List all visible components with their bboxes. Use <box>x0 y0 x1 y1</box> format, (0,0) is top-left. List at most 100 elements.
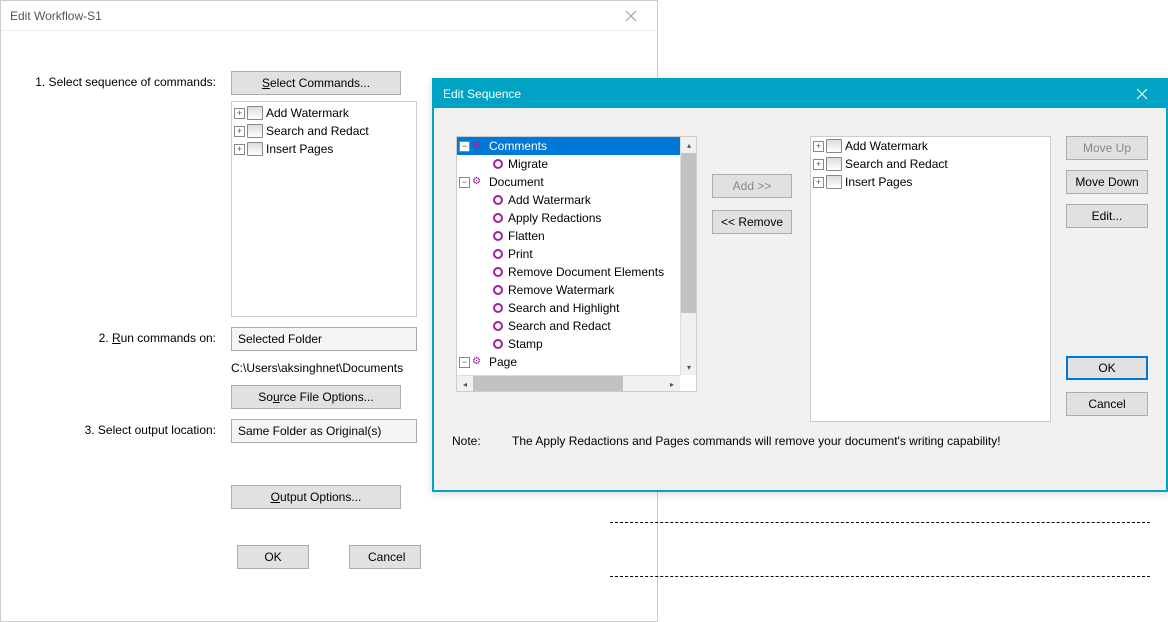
cancel-button[interactable]: Cancel <box>1066 392 1148 416</box>
titlebar: Edit Sequence <box>434 80 1166 108</box>
bullet-icon <box>493 303 503 313</box>
step1-label: 1. Select sequence of commands: <box>21 71 231 95</box>
collapse-icon[interactable]: − <box>459 357 470 368</box>
tree-item-label: Add Watermark <box>845 139 928 153</box>
scroll-up-icon[interactable]: ▴ <box>681 137 697 153</box>
path-label: C:\Users\aksinghnet\Documents <box>231 357 403 379</box>
tree-item-label: Add Watermark <box>508 193 591 207</box>
move-up-button[interactable]: Move Up <box>1066 136 1148 160</box>
output-options-button[interactable]: Output Options... <box>231 485 401 509</box>
tree-item[interactable]: Flatten <box>457 227 680 245</box>
commands-tree[interactable]: + Add Watermark + Search and Redact + Inser… <box>231 101 417 317</box>
doc-icon <box>247 106 263 120</box>
tree-item[interactable]: Remove Watermark <box>457 281 680 299</box>
run-on-select[interactable]: Selected Folder <box>231 327 417 351</box>
tree-item-label: Print <box>508 247 533 261</box>
tree-item[interactable]: Search and Redact <box>457 317 680 335</box>
tree-item-label: Insert Pages <box>266 142 333 156</box>
dashed-line <box>610 576 1150 577</box>
doc-icon <box>826 175 842 189</box>
expand-icon[interactable]: + <box>234 108 245 119</box>
scroll-left-icon[interactable]: ◂ <box>457 376 473 392</box>
tree-item[interactable]: + Search and Redact <box>232 122 416 140</box>
expand-icon[interactable]: + <box>813 177 824 188</box>
window-title: Edit Workflow-S1 <box>7 9 611 23</box>
tree-item-label: Search and Redact <box>508 319 611 333</box>
bullet-icon <box>493 159 503 169</box>
ok-button[interactable]: OK <box>1066 356 1148 380</box>
note-label: Note: <box>452 434 512 448</box>
selected-commands-tree[interactable]: + Add Watermark + Search and Redact +Inser… <box>810 136 1051 422</box>
window-title: Edit Sequence <box>440 87 1124 101</box>
collapse-icon[interactable]: − <box>459 177 470 188</box>
gear-icon: ⚙ <box>472 139 486 153</box>
available-commands-tree[interactable]: −⚙Comments Migrate −⚙Document Add Waterm… <box>456 136 697 392</box>
tree-item[interactable]: + Search and Redact <box>811 155 1050 173</box>
note-text: The Apply Redactions and Pages commands … <box>512 434 1001 448</box>
bullet-icon <box>493 285 503 295</box>
tree-item[interactable]: Print <box>457 245 680 263</box>
tree-item-label: Add Watermark <box>266 106 349 120</box>
bullet-icon <box>493 321 503 331</box>
tree-item[interactable]: Migrate <box>457 155 680 173</box>
close-icon[interactable] <box>1124 80 1160 108</box>
tree-item-label: Search and Redact <box>266 124 369 138</box>
tree-item[interactable]: + Add Watermark <box>232 104 416 122</box>
dashed-line <box>610 522 1150 523</box>
gear-icon: ⚙ <box>472 355 486 369</box>
horizontal-scrollbar[interactable]: ◂ ▸ <box>457 375 680 391</box>
scroll-right-icon[interactable]: ▸ <box>664 376 680 392</box>
tree-group[interactable]: −⚙Comments <box>457 137 680 155</box>
collapse-icon[interactable]: − <box>459 141 470 152</box>
doc-icon <box>247 142 263 156</box>
expand-icon[interactable]: + <box>234 126 245 137</box>
tree-item-label: Migrate <box>508 157 548 171</box>
bullet-icon <box>493 195 503 205</box>
bullet-icon <box>493 213 503 223</box>
bullet-icon <box>493 249 503 259</box>
doc-icon <box>826 139 842 153</box>
tree-item-label: Search and Highlight <box>508 301 619 315</box>
tree-item[interactable]: Search and Highlight <box>457 299 680 317</box>
remove-button[interactable]: << Remove <box>712 210 792 234</box>
tree-item[interactable]: Stamp <box>457 335 680 353</box>
edit-sequence-dialog: Edit Sequence −⚙Comments Migrate −⚙Docum… <box>432 78 1168 492</box>
tree-item[interactable]: Apply Redactions <box>457 209 680 227</box>
tree-item[interactable]: +Insert Pages <box>811 173 1050 191</box>
source-file-options-button[interactable]: Source File Options... <box>231 385 401 409</box>
tree-item-label: Document <box>489 175 544 189</box>
tree-item[interactable]: + Add Watermark <box>811 137 1050 155</box>
tree-item[interactable]: Add Watermark <box>457 191 680 209</box>
doc-icon <box>247 124 263 138</box>
scroll-down-icon[interactable]: ▾ <box>681 359 697 375</box>
add-button[interactable]: Add >> <box>712 174 792 198</box>
vertical-scrollbar[interactable]: ▴ ▾ <box>680 137 696 375</box>
bullet-icon <box>493 231 503 241</box>
tree-item-label: Stamp <box>508 337 543 351</box>
select-commands-button[interactable]: Select Commands... <box>231 71 401 95</box>
bullet-icon <box>493 267 503 277</box>
step3-label: 3. Select output location: <box>21 419 231 443</box>
tree-item-label: Remove Document Elements <box>508 265 664 279</box>
tree-item-label: Search and Redact <box>845 157 948 171</box>
tree-group[interactable]: −⚙Page <box>457 353 680 371</box>
bullet-icon <box>493 339 503 349</box>
expand-icon[interactable]: + <box>234 144 245 155</box>
expand-icon[interactable]: + <box>813 141 824 152</box>
tree-item[interactable]: Remove Document Elements <box>457 263 680 281</box>
cancel-button[interactable]: Cancel <box>349 545 421 569</box>
close-icon[interactable] <box>611 1 651 31</box>
ok-button[interactable]: OK <box>237 545 309 569</box>
tree-item-label: Apply Redactions <box>508 211 601 225</box>
titlebar: Edit Workflow-S1 <box>1 1 657 31</box>
tree-item[interactable]: + Insert Pages <box>232 140 416 158</box>
tree-item-label: Page <box>489 355 517 369</box>
edit-button[interactable]: Edit... <box>1066 204 1148 228</box>
output-location-select[interactable]: Same Folder as Original(s) <box>231 419 417 443</box>
tree-item-label: Flatten <box>508 229 545 243</box>
move-down-button[interactable]: Move Down <box>1066 170 1148 194</box>
tree-item-label: Comments <box>489 139 547 153</box>
expand-icon[interactable]: + <box>813 159 824 170</box>
doc-icon <box>826 157 842 171</box>
tree-group[interactable]: −⚙Document <box>457 173 680 191</box>
